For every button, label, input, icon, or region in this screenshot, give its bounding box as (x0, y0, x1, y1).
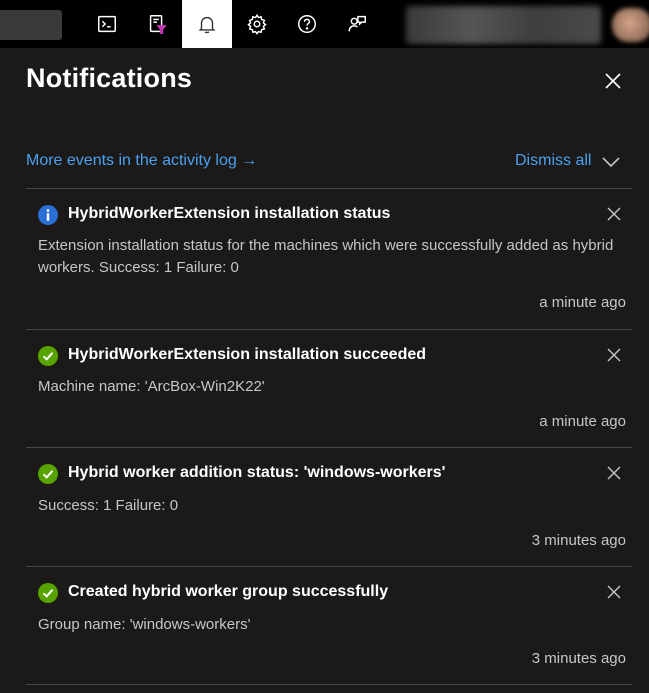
page-title: Notifications (26, 63, 193, 93)
close-icon (605, 73, 621, 89)
success-check-icon (38, 346, 58, 366)
notification-item[interactable]: Hybrid worker addition status: 'windows-… (26, 448, 632, 566)
notification-body: Machine name: 'ArcBox-Win2K22' (38, 378, 265, 395)
success-check-icon (38, 464, 58, 484)
notification-item[interactable]: HybridWorkerExtension installation statu… (26, 189, 632, 329)
dismiss-notification-button[interactable] (604, 582, 624, 602)
success-check-icon (38, 583, 58, 603)
chevron-down-icon (602, 157, 620, 168)
dismiss-notification-button[interactable] (604, 345, 624, 365)
account-info[interactable] (406, 6, 601, 44)
avatar[interactable] (612, 8, 649, 42)
notification-title: Created hybrid worker group successfully (68, 583, 389, 600)
divider (26, 684, 632, 685)
notification-item[interactable]: Created hybrid worker group successfully… (26, 567, 632, 684)
notification-body: Extension installation status for the ma… (38, 237, 614, 276)
help-icon (298, 15, 316, 33)
directory-filter-icon (149, 15, 167, 34)
close-icon (607, 348, 621, 362)
dismiss-notification-button[interactable] (604, 204, 624, 224)
feedback-button[interactable] (332, 0, 382, 48)
activity-log-link[interactable]: More events in the activity log → (26, 152, 257, 170)
notifications-button[interactable] (182, 0, 232, 48)
dismiss-all-button[interactable]: Dismiss all (515, 152, 591, 170)
search-box[interactable] (0, 10, 62, 40)
top-bar (0, 0, 649, 48)
terminal-icon (98, 15, 116, 33)
close-icon (607, 207, 621, 221)
notification-time: a minute ago (539, 294, 626, 311)
notification-time: 3 minutes ago (531, 532, 626, 549)
dismiss-notification-button[interactable] (604, 463, 624, 483)
notification-time: 3 minutes ago (531, 650, 626, 667)
settings-button[interactable] (232, 0, 282, 48)
directory-filter-button[interactable] (132, 0, 182, 48)
notification-body: Success: 1 Failure: 0 (38, 497, 179, 514)
notification-body: Group name: 'windows-workers' (38, 616, 251, 633)
gear-icon (247, 13, 267, 35)
notification-title: HybridWorkerExtension installation statu… (68, 205, 391, 222)
notification-title: Hybrid worker addition status: 'windows-… (68, 464, 446, 481)
notification-title: HybridWorkerExtension installation succe… (68, 346, 427, 363)
bell-icon (198, 16, 216, 34)
close-icon (607, 585, 621, 599)
close-icon (607, 466, 621, 480)
help-button[interactable] (282, 0, 332, 48)
cloud-shell-button[interactable] (82, 0, 132, 48)
dismiss-all-dropdown[interactable] (598, 150, 624, 174)
info-icon (38, 205, 58, 225)
notification-time: a minute ago (539, 413, 626, 430)
feedback-icon (348, 15, 366, 32)
notification-item[interactable]: HybridWorkerExtension installation succe… (26, 330, 632, 447)
close-panel-button[interactable] (598, 66, 628, 96)
